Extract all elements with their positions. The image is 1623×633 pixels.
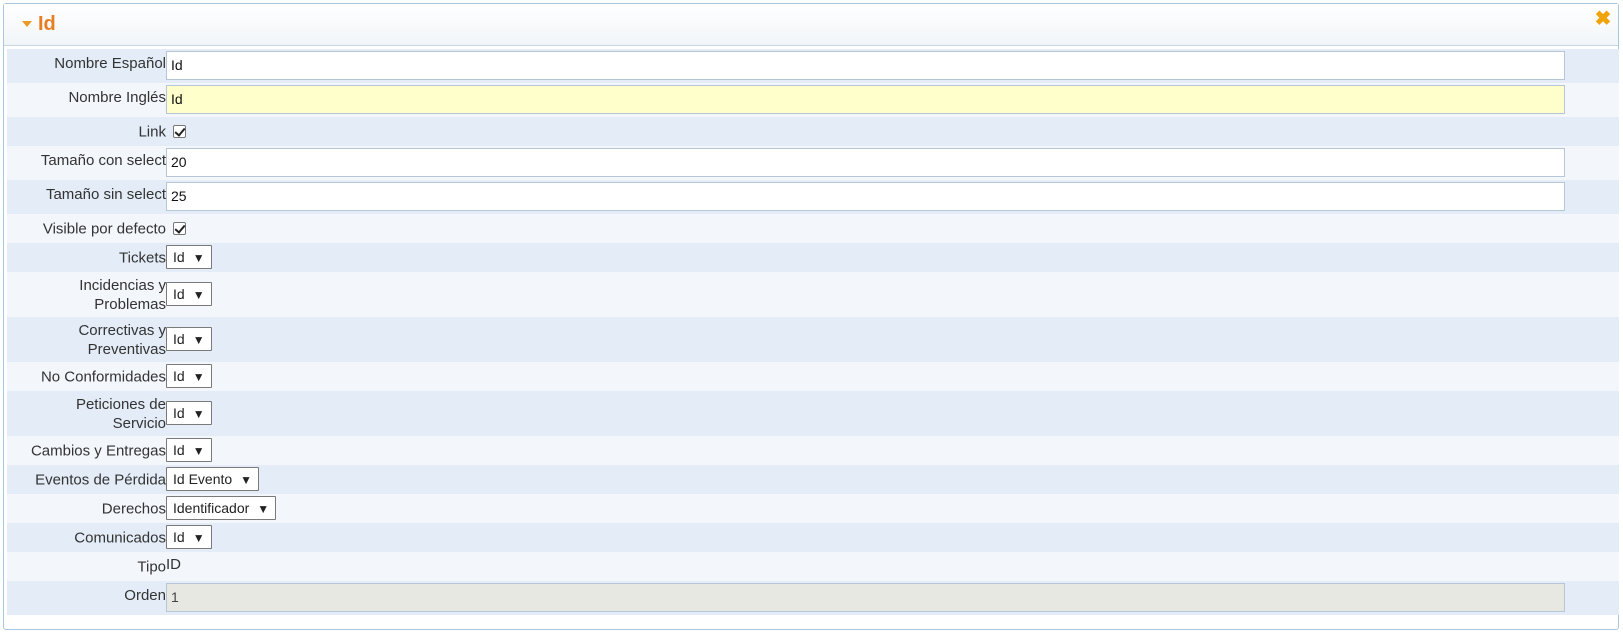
panel-title: Id: [38, 13, 56, 35]
tipo-value: ID: [166, 556, 181, 573]
visible-checkbox[interactable]: [173, 222, 186, 235]
field-label: Orden: [124, 587, 166, 604]
tamano-sin-select-input[interactable]: 25: [166, 182, 1565, 211]
field-label: Eventos de Pérdida: [35, 471, 166, 488]
select-value: Id: [173, 286, 185, 302]
field-label: Comunicados: [74, 529, 166, 546]
orden-input: 1: [166, 583, 1565, 612]
row-tickets: Tickets Id ▼: [7, 243, 1619, 272]
field-label: Peticiones de Servicio: [76, 395, 166, 433]
tickets-select[interactable]: Id ▼: [166, 245, 212, 269]
row-eventos: Eventos de Pérdida Id Evento ▼: [7, 465, 1619, 494]
row-comunicados: Comunicados Id ▼: [7, 523, 1619, 552]
field-label: Cambios y Entregas: [30, 442, 166, 459]
eventos-select[interactable]: Id Evento ▼: [166, 467, 260, 491]
derechos-select[interactable]: Identificador ▼: [166, 496, 277, 520]
dropdown-arrow-icon: ▼: [192, 444, 205, 458]
field-label: Nombre Inglés: [68, 89, 166, 106]
comunicados-select[interactable]: Id ▼: [166, 525, 212, 549]
field-label: Derechos: [101, 500, 166, 517]
field-label: Visible por defecto: [42, 220, 166, 237]
no-conformidades-select[interactable]: Id ▼: [166, 364, 212, 388]
field-label: Tipo: [137, 558, 166, 575]
row-tamano-con-select: Tamaño con select 20: [7, 146, 1619, 180]
row-link: Link: [7, 117, 1619, 146]
dropdown-arrow-icon: ▼: [192, 251, 205, 265]
row-peticiones: Peticiones de Servicio Id ▼: [7, 391, 1619, 436]
dropdown-arrow-icon: ▼: [192, 531, 205, 545]
form-rows: Nombre Español Id Nombre Inglés Id Link …: [7, 49, 1619, 615]
field-editor-panel: Id ✖ Nombre Español Id Nombre Inglés Id …: [3, 3, 1619, 630]
select-value: Id: [173, 331, 185, 347]
field-label-line: Correctivas y: [78, 322, 166, 339]
collapse-arrow-icon[interactable]: [22, 21, 32, 27]
row-cambios: Cambios y Entregas Id ▼: [7, 436, 1619, 465]
dropdown-arrow-icon: ▼: [240, 473, 253, 487]
dropdown-arrow-icon: ▼: [192, 407, 205, 421]
row-incidencias: Incidencias y Problemas Id ▼: [7, 272, 1619, 317]
nombre-ingles-input[interactable]: Id: [166, 85, 1565, 114]
field-label: Tickets: [119, 249, 166, 266]
correctivas-select[interactable]: Id ▼: [166, 327, 212, 351]
panel-header[interactable]: Id ✖: [4, 4, 1618, 46]
field-label-line: Problemas: [94, 296, 166, 313]
field-label: Tamaño con select: [40, 152, 166, 169]
select-value: Id: [173, 249, 185, 265]
cambios-select[interactable]: Id ▼: [166, 438, 212, 462]
close-icon[interactable]: ✖: [1594, 9, 1612, 29]
field-label-line: Peticiones de: [75, 396, 166, 413]
nombre-espanol-input[interactable]: Id: [166, 51, 1565, 80]
row-derechos: Derechos Identificador ▼: [7, 494, 1619, 523]
dropdown-arrow-icon: ▼: [192, 288, 205, 302]
select-value: Id: [173, 529, 185, 545]
field-label: Tamaño sin select: [45, 186, 166, 203]
link-checkbox[interactable]: [173, 125, 186, 138]
row-correctivas: Correctivas y Preventivas Id ▼: [7, 317, 1619, 362]
select-value: Identificador: [173, 500, 250, 516]
field-label: Incidencias y Problemas: [79, 276, 166, 314]
field-label-line: Incidencias y: [79, 277, 166, 294]
row-nombre-ingles: Nombre Inglés Id: [7, 83, 1619, 117]
select-value: Id: [173, 368, 185, 384]
dropdown-arrow-icon: ▼: [192, 333, 205, 347]
field-label-line: Servicio: [112, 415, 166, 432]
select-value: Id: [173, 405, 185, 421]
select-value: Id: [173, 442, 185, 458]
tamano-con-select-input[interactable]: 20: [166, 148, 1565, 177]
peticiones-select[interactable]: Id ▼: [166, 401, 212, 425]
field-label: Correctivas y Preventivas: [78, 321, 166, 359]
dropdown-arrow-icon: ▼: [192, 370, 205, 384]
row-no-conformidades: No Conformidades Id ▼: [7, 362, 1619, 391]
incidencias-select[interactable]: Id ▼: [166, 282, 212, 306]
row-tamano-sin-select: Tamaño sin select 25: [7, 180, 1619, 214]
field-label: Link: [138, 123, 166, 140]
field-label: Nombre Español: [54, 55, 166, 72]
select-value: Id Evento: [173, 471, 233, 487]
dropdown-arrow-icon: ▼: [257, 502, 270, 516]
row-orden: Orden 1: [7, 581, 1619, 615]
row-tipo: Tipo ID: [7, 552, 1619, 581]
row-nombre-espanol: Nombre Español Id: [7, 49, 1619, 83]
field-label: No Conformidades: [40, 368, 166, 385]
field-label-line: Preventivas: [87, 341, 166, 358]
row-visible-por-defecto: Visible por defecto: [7, 214, 1619, 243]
